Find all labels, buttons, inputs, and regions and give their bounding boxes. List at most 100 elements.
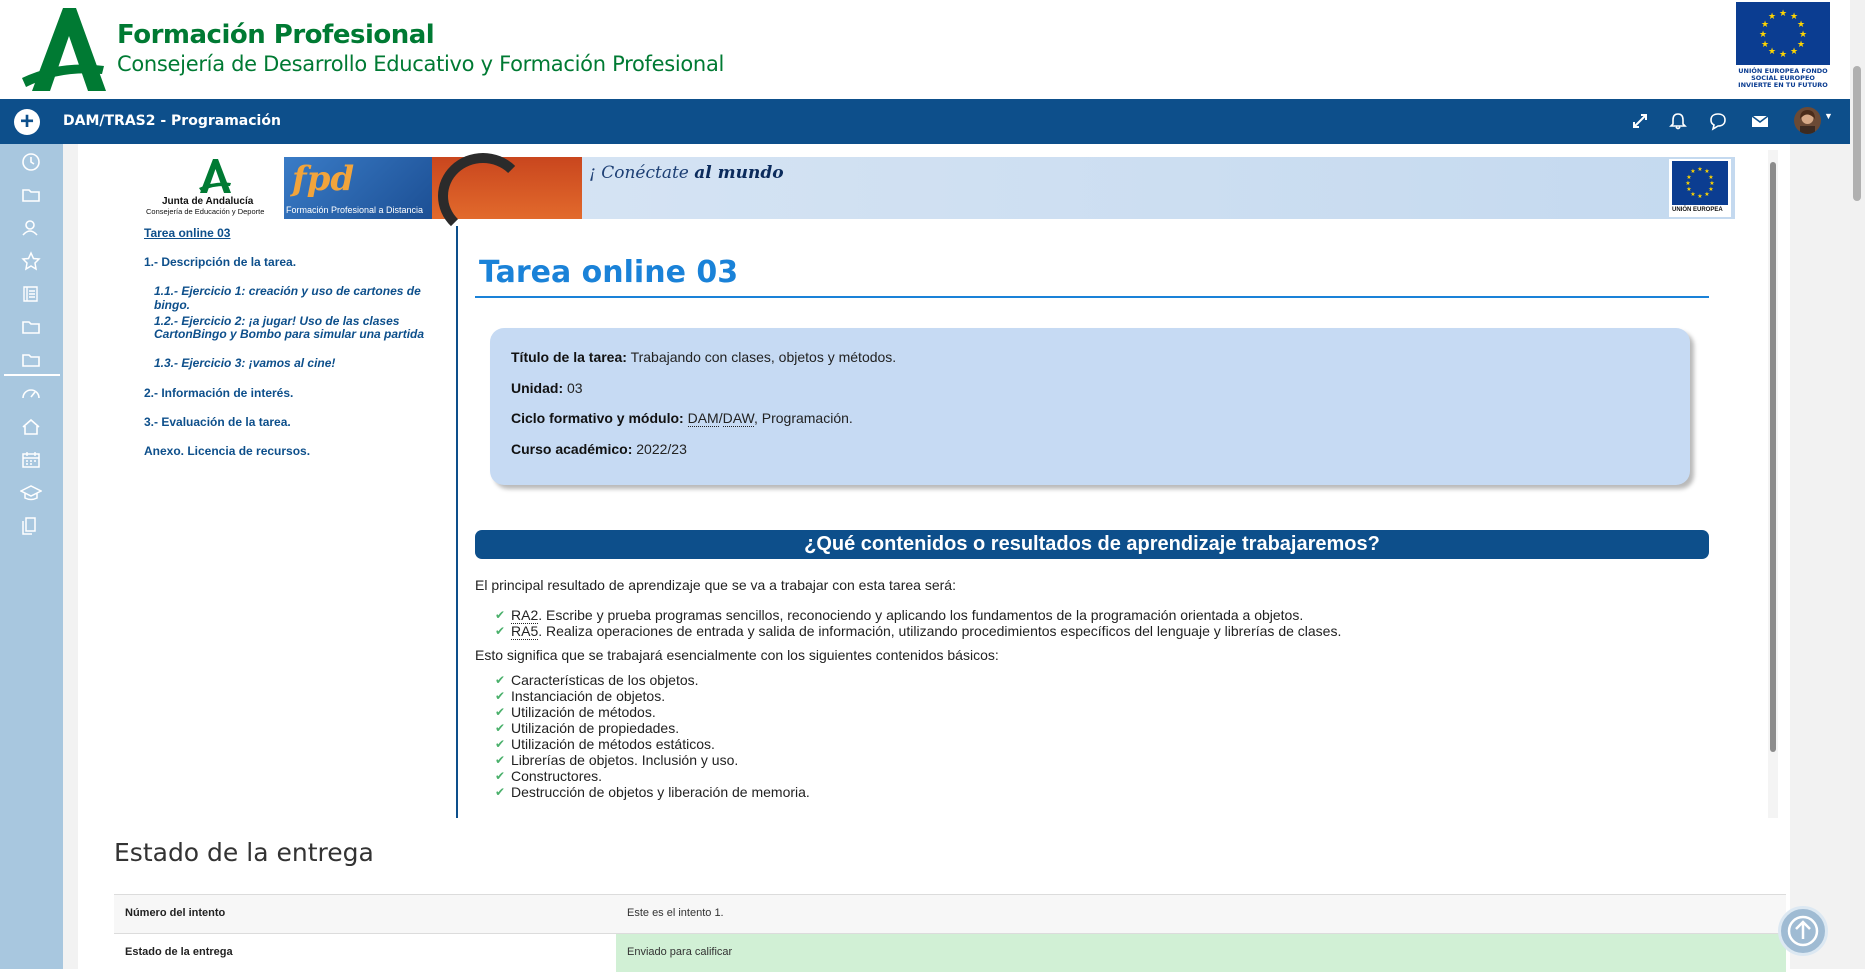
row-label: Número del intento: [125, 907, 226, 919]
toc-link-ejercicio-3[interactable]: 1.3.- Ejercicio 3: ¡vamos al cine!: [154, 356, 335, 370]
abbr-ra2[interactable]: RA2: [511, 607, 539, 624]
contents-list: ✔ Características de los objetos. ✔ Instan…: [495, 672, 810, 800]
clock-icon[interactable]: [20, 151, 42, 173]
home-icon[interactable]: [20, 416, 42, 438]
toc-link-ejercicio-2[interactable]: 1.2.- Ejercicio 2: ¡a jugar! Uso de las …: [154, 314, 399, 328]
calendar-icon[interactable]: [20, 449, 42, 471]
svg-text:★: ★: [1759, 30, 1767, 40]
toc-link-descripcion[interactable]: 1.- Descripción de la tarea.: [144, 255, 296, 269]
mail-icon[interactable]: [1750, 111, 1770, 131]
banner-eu-caption: UNIÓN EUROPEA: [1672, 207, 1723, 213]
content-text: Utilización de propiedades.: [511, 720, 680, 736]
brand-title: Formación Profesional: [117, 20, 435, 50]
chat-icon[interactable]: [1708, 111, 1728, 131]
info-titulo-value: Trabajando con clases, objetos y métodos…: [630, 349, 897, 365]
list-item: ✔ RA2. Escribe y prueba programas sencill…: [495, 607, 1341, 624]
expand-icon[interactable]: [1630, 111, 1650, 131]
banner-slogan: ¡ Conéctate al mundo: [589, 163, 784, 183]
toc-link-evaluacion[interactable]: 3.- Evaluación de la tarea.: [144, 415, 291, 429]
info-titulo: Título de la tarea: Trabajando con clase…: [511, 349, 896, 365]
content-text: Características de los objetos.: [511, 672, 699, 688]
frame-scrollbar-thumb[interactable]: [1770, 162, 1776, 752]
users-icon[interactable]: [20, 217, 42, 239]
course-title[interactable]: DAM/TRAS2 - Programación: [63, 113, 281, 129]
check-icon: ✔: [495, 753, 506, 767]
add-button[interactable]: +: [14, 109, 40, 135]
ciclo-rest: , Programación.: [753, 410, 853, 426]
check-icon: ✔: [495, 705, 506, 719]
list-item: ✔ Destrucción de objetos y liberación de …: [495, 784, 810, 800]
list-item: ✔ Constructores.: [495, 768, 810, 784]
row-value-cell: Este es el intento 1.: [616, 895, 1786, 933]
fpd-caption: Formación Profesional a Distancia: [286, 205, 424, 215]
svg-text:★: ★: [1697, 166, 1702, 173]
graduation-icon[interactable]: [20, 482, 42, 504]
files-icon[interactable]: [20, 515, 42, 537]
info-unidad: Unidad: 03: [511, 380, 583, 396]
abbr-dam[interactable]: DAM: [687, 410, 719, 427]
toc-link-tarea[interactable]: Tarea online 03: [144, 226, 230, 240]
page-scrollbar-thumb[interactable]: [1853, 66, 1861, 201]
content-text: Constructores.: [511, 768, 603, 784]
site-header: Formación Profesional Consejería de Desa…: [0, 0, 1865, 99]
ra-list: ✔ RA2. Escribe y prueba programas sencill…: [495, 607, 1342, 640]
left-sidebar: [0, 144, 63, 969]
course-banner: Junta de Andalucía Consejería de Educaci…: [144, 153, 1735, 239]
abbr-daw[interactable]: DAW: [722, 410, 754, 427]
svg-text:★: ★: [1686, 186, 1691, 193]
svg-text:★: ★: [1761, 40, 1769, 50]
svg-text:★: ★: [1686, 174, 1691, 181]
toc-link-informacion[interactable]: 2.- Información de interés.: [144, 386, 293, 400]
star-icon[interactable]: [20, 250, 42, 272]
dashboard-icon[interactable]: [20, 383, 42, 405]
svg-text:★: ★: [1799, 30, 1807, 40]
table-of-contents: Tarea online 03 1.- Descripción de la ta…: [144, 226, 458, 818]
check-icon: ✔: [495, 689, 506, 703]
folder-icon[interactable]: [20, 316, 42, 338]
svg-text:★: ★: [1779, 9, 1787, 19]
back-to-top-button[interactable]: [1778, 906, 1828, 956]
slogan-part-a: ¡ Conéctate: [589, 163, 689, 183]
svg-text:★: ★: [1768, 12, 1776, 22]
contents-paragraph: Esto significa que se trabajará esencial…: [475, 647, 999, 663]
check-icon: ✔: [495, 769, 506, 783]
check-icon: ✔: [495, 624, 506, 638]
eu-flag-icon: ★ ★ ★ ★ ★ ★ ★ ★ ★ ★ ★ ★: [1672, 161, 1728, 205]
toc-link-ejercicio-2-cont[interactable]: CartonBingo y Bombo para simular una par…: [154, 327, 424, 341]
page-scrollbar[interactable]: [1850, 0, 1865, 969]
svg-text:★: ★: [1797, 40, 1805, 50]
eu-flag-icon: ★ ★ ★ ★ ★ ★ ★ ★ ★ ★ ★ ★: [1736, 2, 1830, 65]
list-item: ✔ Utilización de métodos.: [495, 704, 810, 720]
info-curso: Curso académico: 2022/23: [511, 441, 687, 457]
folder-icon[interactable]: [20, 349, 42, 371]
abbr-ra5[interactable]: RA5: [511, 623, 539, 640]
user-avatar[interactable]: [1794, 107, 1821, 134]
list-item: ✔ Utilización de propiedades.: [495, 720, 810, 736]
info-ciclo-label: Ciclo formativo y módulo:: [511, 410, 684, 426]
ra-text: . Realiza operaciones de entrada y salid…: [538, 623, 1342, 639]
intro-paragraph: El principal resultado de aprendizaje qu…: [475, 577, 956, 593]
task-content-frame[interactable]: Junta de Andalucía Consejería de Educaci…: [137, 150, 1777, 818]
book-icon[interactable]: [20, 283, 42, 305]
info-titulo-label: Título de la tarea:: [511, 349, 627, 365]
bell-icon[interactable]: [1668, 111, 1688, 131]
brand-subtitle: Consejería de Desarrollo Educativo y For…: [117, 52, 725, 76]
check-icon: ✔: [495, 721, 506, 735]
eu-caption: UNIÓN EUROPEA FONDO SOCIAL EUROPEO INVIE…: [1738, 67, 1828, 89]
info-curso-value: 2022/23: [636, 441, 687, 457]
list-item: ✔ Características de los objetos.: [495, 672, 810, 688]
info-unidad-value: 03: [567, 380, 583, 396]
junta-andalucia-logo[interactable]: [20, 8, 106, 91]
svg-text:★: ★: [1797, 20, 1805, 30]
section-heading: ¿Qué contenidos o resultados de aprendiz…: [475, 530, 1709, 559]
frame-scrollbar[interactable]: [1768, 150, 1778, 818]
table-row: Número del intento Este es el intento 1.: [114, 894, 1786, 933]
svg-text:★: ★: [1790, 47, 1798, 57]
toc-link-anexo[interactable]: Anexo. Licencia de recursos.: [144, 444, 310, 458]
row-value: Este es el intento 1.: [627, 907, 724, 919]
folder-icon[interactable]: [20, 184, 42, 206]
junta-department: Consejería de Educación y Deporte: [146, 207, 265, 216]
banner-eu-logo: ★ ★ ★ ★ ★ ★ ★ ★ ★ ★ ★ ★ UNIÓN EUROPEA: [1669, 159, 1731, 217]
chevron-down-icon[interactable]: ▼: [1824, 111, 1833, 121]
toc-link-ejercicio-1[interactable]: 1.1.- Ejercicio 1: creación y uso de car…: [154, 284, 456, 312]
